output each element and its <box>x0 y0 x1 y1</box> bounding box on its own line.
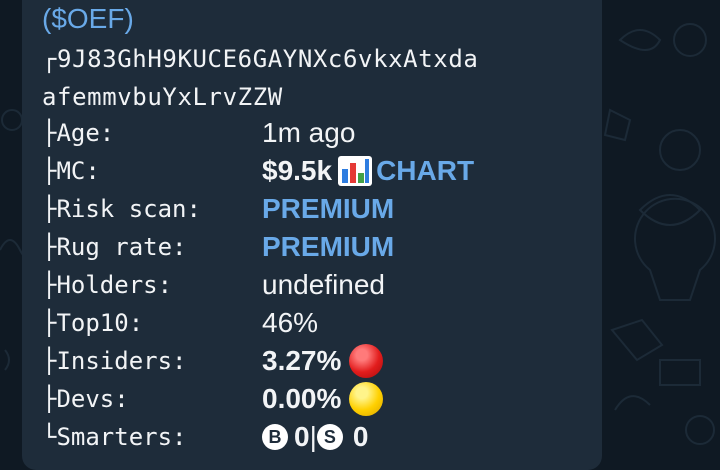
row-top10: ├Top10: 46% <box>42 304 318 342</box>
yellow-circle-icon <box>349 382 384 416</box>
row-age: ├Age: 1m ago <box>42 114 355 152</box>
red-circle-icon <box>349 344 384 378</box>
row-mc: ├MC: $9.5k CHART <box>42 152 474 190</box>
row-label: ├Devs: <box>42 385 129 413</box>
row-risk-scan: ├Risk scan: PREMIUM <box>42 190 394 228</box>
bar-chart-icon <box>338 156 373 186</box>
risk-scan-premium-link[interactable]: PREMIUM <box>262 190 394 228</box>
chart-link[interactable]: CHART <box>376 152 474 190</box>
row-label: ├MC: <box>42 157 100 185</box>
row-label: ├Insiders: <box>42 347 187 375</box>
mc-value: $9.5k <box>262 155 333 186</box>
insiders-value: 3.27% <box>262 345 342 376</box>
smarters-b-value: 0 <box>294 421 310 452</box>
age-value: 1m ago <box>262 117 356 148</box>
row-holders: ├Holders: undefined <box>42 266 385 304</box>
ticker-line: ($OEF) <box>42 0 134 38</box>
row-label: ├Risk scan: <box>42 195 201 223</box>
row-insiders: ├Insiders: 3.27% <box>42 342 384 380</box>
smarters-separator: | <box>309 421 317 452</box>
row-label: ├Age: <box>42 119 115 147</box>
ticker-link[interactable]: ($OEF) <box>42 3 134 34</box>
rug-rate-premium-link[interactable]: PREMIUM <box>262 228 394 266</box>
circled-b-icon: B <box>262 424 288 450</box>
row-label: ├Holders: <box>42 271 173 299</box>
devs-value: 0.00% <box>262 383 342 414</box>
row-devs: ├Devs: 0.00% <box>42 380 384 418</box>
row-smarters: └Smarters: B 0 | S 0 <box>42 418 368 456</box>
address-line-2: afemmvbuYxLrvZZW <box>42 83 283 111</box>
top10-value: 46% <box>262 307 319 338</box>
circled-s-icon: S <box>316 424 343 450</box>
row-label: └Smarters: <box>42 423 187 451</box>
row-label: ├Rug rate: <box>42 233 187 261</box>
row-label: ├Top10: <box>42 309 144 337</box>
smarters-s-value: 0 <box>352 421 369 452</box>
address-line-1: ┌9J83GhH9KUCE6GAYNXc6vkxAtxda <box>42 45 479 73</box>
holders-value: undefined <box>262 269 386 300</box>
row-rug-rate: ├Rug rate: PREMIUM <box>42 228 394 266</box>
